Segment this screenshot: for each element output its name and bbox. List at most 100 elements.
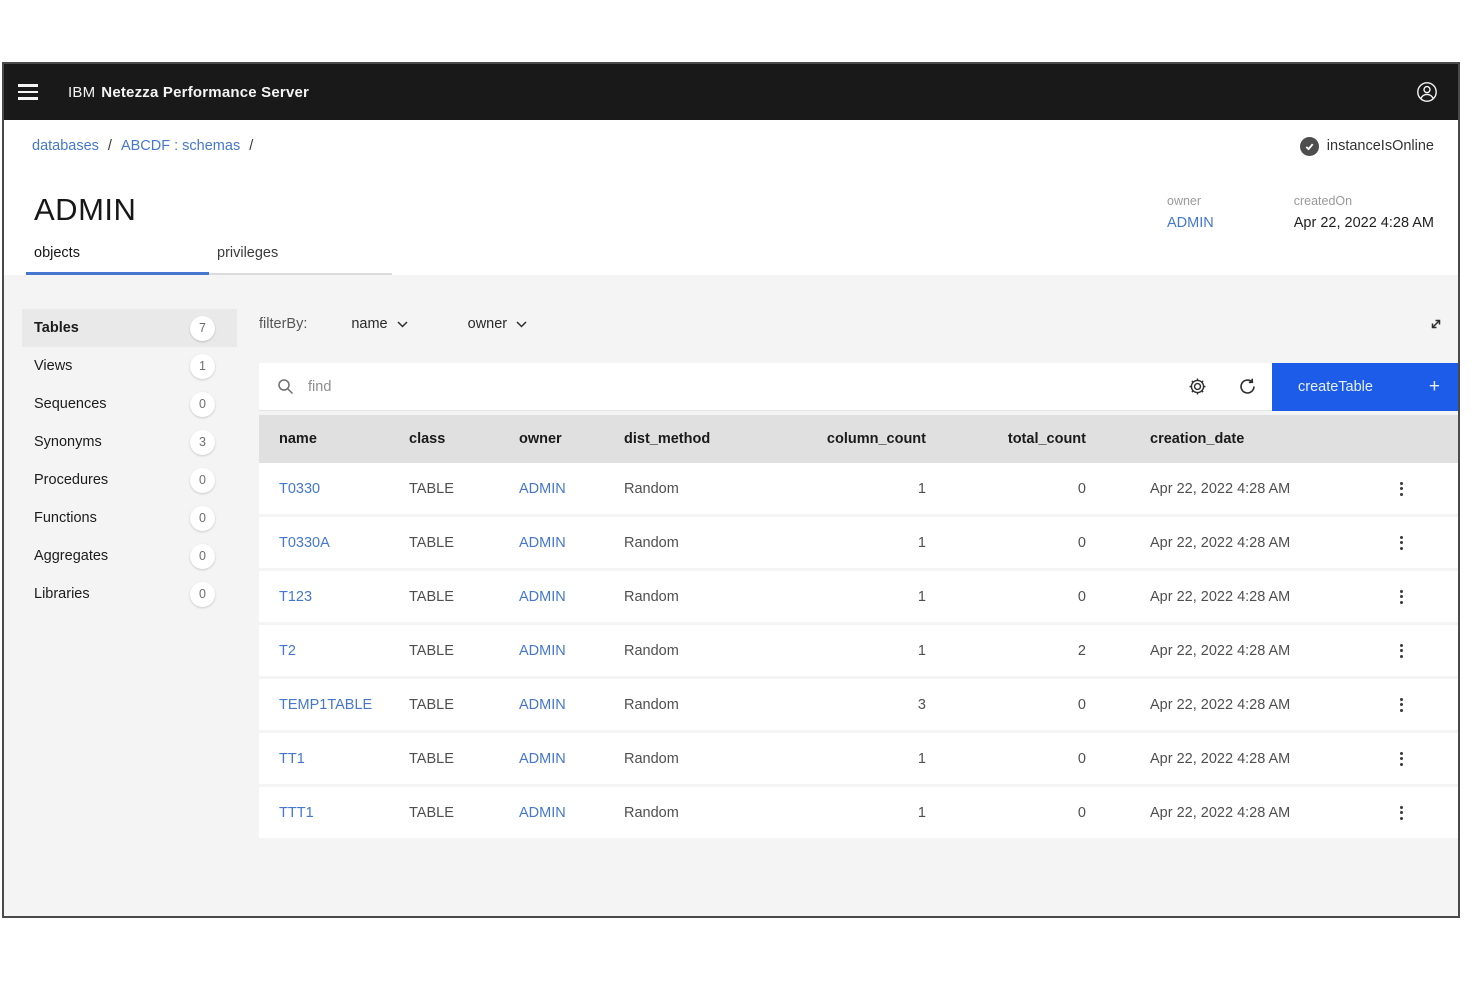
table-name-link[interactable]: T0330 — [279, 481, 320, 497]
created-label: createdOn — [1294, 194, 1434, 208]
table-row[interactable]: TTT1 TABLE ADMIN Random 1 0 Apr 22, 2022… — [259, 787, 1458, 841]
sidebar-item[interactable]: Tables 7 — [22, 309, 237, 347]
cell-class: TABLE — [405, 697, 515, 713]
table-header-row: name class owner dist_method column_coun… — [259, 415, 1458, 463]
breadcrumb-link[interactable]: ABCDF : schemas — [121, 138, 240, 154]
breadcrumb-item: ABCDF : schemas / — [121, 138, 253, 154]
tab-bar: objectsprivileges — [4, 235, 1458, 275]
cell-class: TABLE — [405, 751, 515, 767]
settings-gear-icon[interactable] — [1172, 363, 1222, 411]
sidebar-item[interactable]: Views 1 — [22, 347, 237, 385]
breadcrumb-separator: / — [249, 138, 253, 154]
created-value: Apr 22, 2022 4:28 AM — [1294, 215, 1434, 231]
search-input[interactable] — [308, 379, 1172, 395]
table-name-link[interactable]: T123 — [279, 589, 312, 605]
status-label: instanceIsOnline — [1327, 138, 1434, 154]
table-name-link[interactable]: T2 — [279, 643, 296, 659]
menu-icon[interactable] — [4, 64, 52, 120]
table-name-link[interactable]: TT1 — [279, 751, 305, 767]
row-menu-kebab-icon[interactable] — [1394, 584, 1409, 610]
table-row[interactable]: T123 TABLE ADMIN Random 1 0 Apr 22, 2022… — [259, 571, 1458, 625]
search-toolbar: createTable + — [259, 363, 1458, 411]
cell-class: TABLE — [405, 535, 515, 551]
owner-link[interactable]: ADMIN — [1167, 215, 1214, 231]
table-row[interactable]: T2 TABLE ADMIN Random 1 2 Apr 22, 2022 4… — [259, 625, 1458, 679]
owner-link[interactable]: ADMIN — [519, 751, 566, 767]
tab[interactable]: objects — [26, 235, 209, 275]
app-title-name: Netezza Performance Server — [101, 84, 309, 101]
table-row[interactable]: TT1 TABLE ADMIN Random 1 0 Apr 22, 2022 … — [259, 733, 1458, 787]
content-area: Tables 7 Views 1 Sequences 0 Synonyms 3 … — [4, 275, 1458, 893]
cell-total-count: 0 — [930, 589, 1090, 605]
owner-link[interactable]: ADMIN — [519, 535, 566, 551]
sidebar-item-count-badge: 0 — [190, 506, 215, 531]
create-table-button[interactable]: createTable + — [1272, 363, 1458, 411]
breadcrumb: databases / ABCDF : schemas / — [32, 138, 253, 154]
row-menu-kebab-icon[interactable] — [1394, 476, 1409, 502]
sidebar-item[interactable]: Libraries 0 — [22, 575, 237, 613]
sidebar-item-label: Synonyms — [34, 434, 102, 450]
table-row[interactable]: TEMP1TABLE TABLE ADMIN Random 3 0 Apr 22… — [259, 679, 1458, 733]
app-title-prefix: IBM — [68, 84, 95, 101]
cell-column-count: 1 — [820, 535, 930, 551]
sidebar-item[interactable]: Sequences 0 — [22, 385, 237, 423]
cell-dist-method: Random — [620, 643, 820, 659]
owner-link[interactable]: ADMIN — [519, 643, 566, 659]
row-menu-kebab-icon[interactable] — [1394, 530, 1409, 556]
app-title: IBM Netezza Performance Server — [68, 84, 309, 101]
sidebar-item-label: Views — [34, 358, 72, 374]
cell-dist-method: Random — [620, 697, 820, 713]
sidebar-item-label: Libraries — [34, 586, 90, 602]
cell-total-count: 0 — [930, 751, 1090, 767]
owner-pair: owner ADMIN — [1167, 194, 1214, 231]
filter-dropdown[interactable]: name — [351, 316, 407, 332]
col-header-name: name — [259, 431, 405, 447]
cell-column-count: 1 — [820, 751, 930, 767]
row-menu-kebab-icon[interactable] — [1394, 638, 1409, 664]
row-menu-kebab-icon[interactable] — [1394, 746, 1409, 772]
table-name-link[interactable]: TTT1 — [279, 805, 314, 821]
breadcrumb-link[interactable]: databases — [32, 138, 99, 154]
col-header-column-count: column_count — [820, 431, 930, 447]
sidebar-item-count-badge: 0 — [190, 468, 215, 493]
table-body: T0330 TABLE ADMIN Random 1 0 Apr 22, 202… — [259, 463, 1458, 841]
owner-link[interactable]: ADMIN — [519, 805, 566, 821]
table-name-link[interactable]: TEMP1TABLE — [279, 697, 372, 713]
table-row[interactable]: T0330A TABLE ADMIN Random 1 0 Apr 22, 20… — [259, 517, 1458, 571]
chevron-down-icon — [397, 321, 408, 328]
row-menu-kebab-icon[interactable] — [1394, 692, 1409, 718]
filter-dropdowns: name owner — [351, 316, 587, 332]
tab[interactable]: privileges — [209, 235, 392, 275]
cell-creation-date: Apr 22, 2022 4:28 AM — [1090, 535, 1345, 551]
filter-row: filterBy: name owner — [259, 309, 1458, 339]
cell-total-count: 0 — [930, 535, 1090, 551]
page-meta: owner ADMIN createdOn Apr 22, 2022 4:28 … — [1167, 192, 1434, 231]
owner-link[interactable]: ADMIN — [519, 697, 566, 713]
breadcrumb-separator: / — [108, 138, 112, 154]
table-row[interactable]: T0330 TABLE ADMIN Random 1 0 Apr 22, 202… — [259, 463, 1458, 517]
refresh-icon[interactable] — [1222, 363, 1272, 411]
maximize-icon[interactable] — [1428, 316, 1444, 332]
cell-column-count: 1 — [820, 589, 930, 605]
owner-link[interactable]: ADMIN — [519, 589, 566, 605]
filter-dropdown[interactable]: owner — [468, 316, 528, 332]
cell-total-count: 0 — [930, 697, 1090, 713]
sidebar-item[interactable]: Synonyms 3 — [22, 423, 237, 461]
cell-column-count: 1 — [820, 643, 930, 659]
created-pair: createdOn Apr 22, 2022 4:28 AM — [1294, 194, 1434, 231]
sidebar-item[interactable]: Aggregates 0 — [22, 537, 237, 575]
sidebar-item[interactable]: Functions 0 — [22, 499, 237, 537]
sidebar-item[interactable]: Procedures 0 — [22, 461, 237, 499]
table-name-link[interactable]: T0330A — [279, 535, 330, 551]
cell-dist-method: Random — [620, 535, 820, 551]
sidebar-item-count-badge: 7 — [190, 316, 215, 341]
filter-by-label: filterBy: — [259, 316, 307, 332]
owner-link[interactable]: ADMIN — [519, 481, 566, 497]
create-table-label: createTable — [1298, 379, 1373, 395]
user-avatar-icon[interactable] — [1412, 77, 1442, 107]
cell-creation-date: Apr 22, 2022 4:28 AM — [1090, 589, 1345, 605]
breadcrumb-row: databases / ABCDF : schemas / instanceIs… — [4, 120, 1458, 172]
cell-column-count: 3 — [820, 697, 930, 713]
row-menu-kebab-icon[interactable] — [1394, 800, 1409, 826]
cell-creation-date: Apr 22, 2022 4:28 AM — [1090, 805, 1345, 821]
